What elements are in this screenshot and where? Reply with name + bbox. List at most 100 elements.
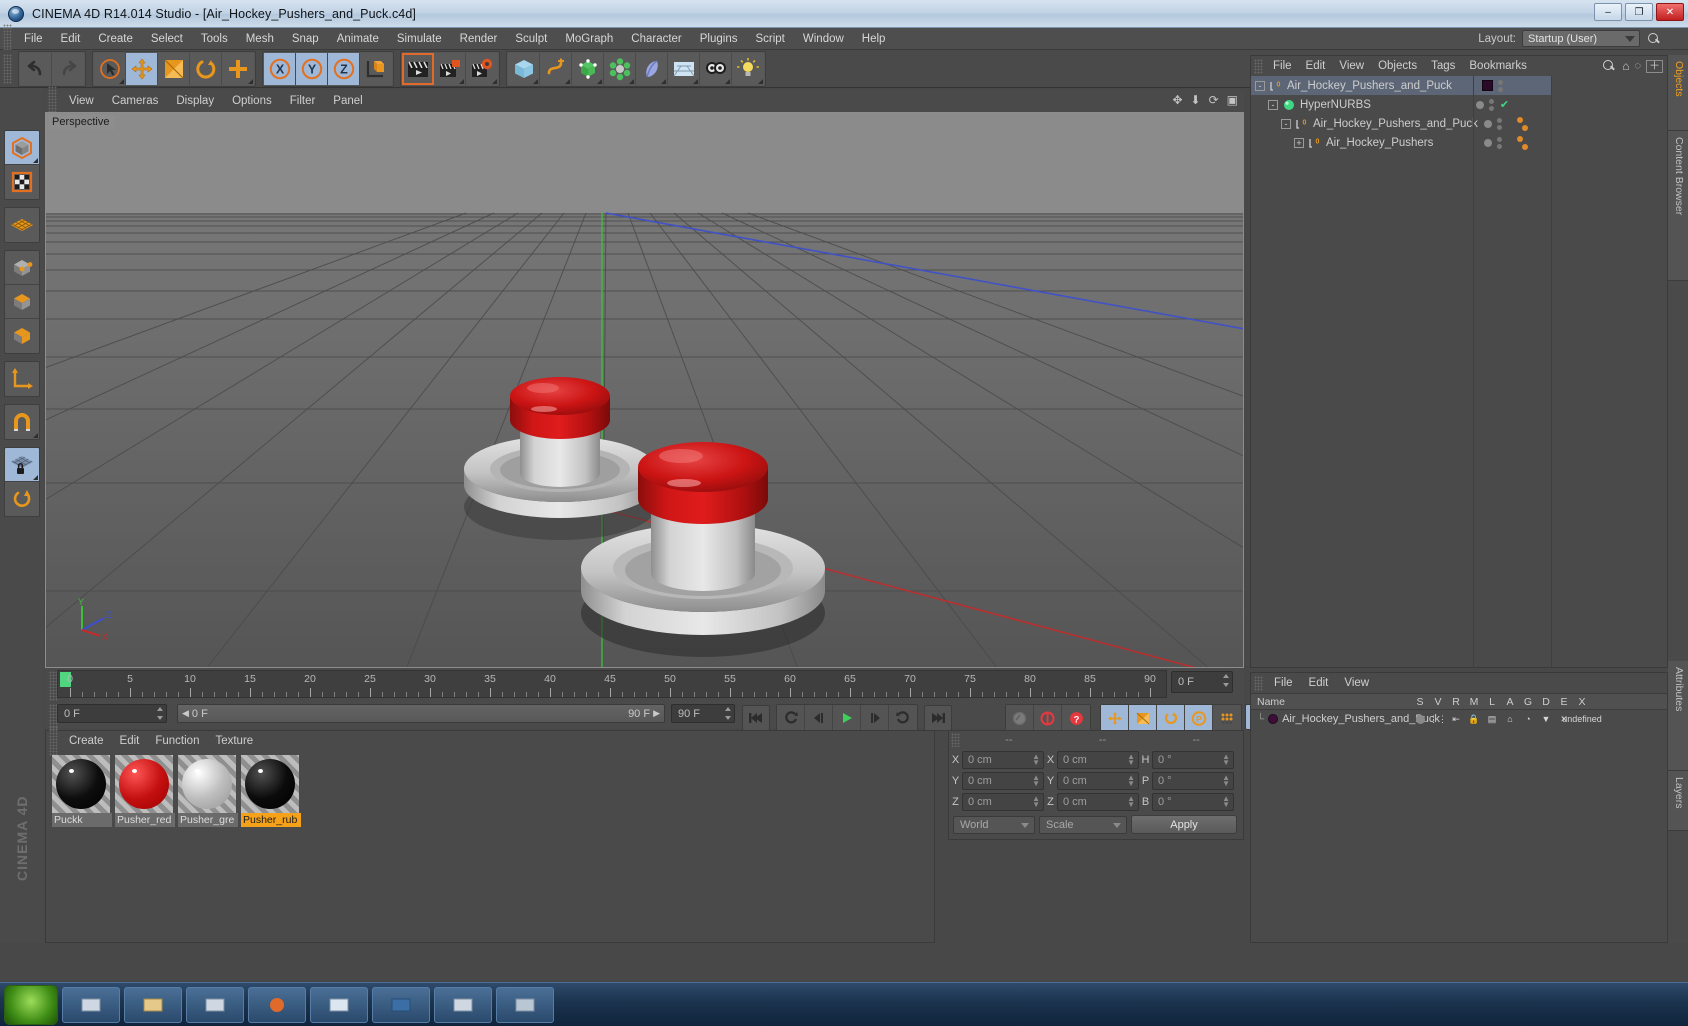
spinner-icon[interactable]: ▲ ▼ <box>1032 774 1040 788</box>
lock-z-axis[interactable]: Z <box>328 52 360 85</box>
size-field[interactable]: 0 cm ▲ ▼ <box>1057 793 1139 811</box>
taskbar-item[interactable] <box>496 986 554 1023</box>
object-enable-dot[interactable] <box>1475 100 1484 109</box>
apply-button[interactable]: Apply <box>1131 815 1237 834</box>
object-visibility-cell[interactable] <box>1474 114 1511 133</box>
timeline-ruler[interactable]: 0 5 10 15 20 25 30 35 40 45 50 55 60 65 70 75 80 85 90 <box>57 670 1167 698</box>
maximize-button[interactable]: ❐ <box>1625 3 1653 21</box>
object-manager-grip[interactable] <box>1254 58 1263 74</box>
layer-toggle-g[interactable]: ◔ <box>1519 714 1537 724</box>
object-color-swatch[interactable] <box>1482 80 1493 91</box>
menu-snap[interactable]: Snap <box>283 31 328 47</box>
taskbar-item[interactable] <box>310 986 368 1023</box>
expand-icon[interactable]: ＋ <box>1646 59 1663 73</box>
undo-button[interactable] <box>20 52 52 85</box>
material-menu-create[interactable]: Create <box>61 734 112 748</box>
edge-mode-tool[interactable] <box>5 285 39 319</box>
menu-select[interactable]: Select <box>142 31 192 47</box>
material-name-label[interactable]: Pusher_red <box>115 813 175 827</box>
viewport-menu-panel[interactable]: Panel <box>324 93 371 109</box>
lock-x-axis[interactable]: X <box>264 52 296 85</box>
menu-simulate[interactable]: Simulate <box>388 31 451 47</box>
object-menu-bookmarks[interactable]: Bookmarks <box>1462 59 1534 73</box>
menu-create[interactable]: Create <box>89 31 142 47</box>
layers-menu-view[interactable]: View <box>1336 676 1377 690</box>
move-tool[interactable] <box>126 52 158 85</box>
object-visibility-dots[interactable] <box>1498 79 1503 92</box>
menu-plugins[interactable]: Plugins <box>691 31 747 47</box>
object-enabled-check-icon[interactable]: ✔ <box>1500 98 1509 111</box>
layers-column-m[interactable]: M <box>1465 696 1483 708</box>
material-grip[interactable] <box>49 726 58 756</box>
layout-dropdown[interactable]: Startup (User) <box>1522 30 1640 47</box>
lock-y-axis[interactable]: Y <box>296 52 328 85</box>
material-name-label[interactable]: Pusher_gre <box>178 813 238 827</box>
dolly-icon[interactable]: ⬇ <box>1191 93 1201 107</box>
menu-mograph[interactable]: MoGraph <box>556 31 622 47</box>
go-to-start-button[interactable] <box>742 705 770 731</box>
timeline-end-display[interactable]: 0 F <box>1171 671 1233 693</box>
object-tag-cell[interactable] <box>1511 114 1551 133</box>
menu-help[interactable]: Help <box>853 31 895 47</box>
layers-column-l[interactable]: L <box>1483 696 1501 708</box>
go-to-end-button[interactable] <box>924 705 952 731</box>
layer-toggle-r[interactable]: ⇤ <box>1447 714 1465 724</box>
point-mode-tool[interactable] <box>5 251 39 285</box>
layers-grip[interactable] <box>1254 675 1263 691</box>
coordinate-system-dropdown[interactable]: World <box>953 815 1035 834</box>
timeline-range-slider[interactable]: ◀ 0 F 90 F ▶ <box>177 704 665 723</box>
home-icon[interactable]: ⌂ <box>1622 59 1629 73</box>
object-menu-tags[interactable]: Tags <box>1424 59 1462 73</box>
pan-icon[interactable]: ✥ <box>1172 93 1182 107</box>
add-environment-object[interactable] <box>668 52 700 85</box>
position-field[interactable]: 0 cm ▲ ▼ <box>962 793 1044 811</box>
live-selection-tool[interactable] <box>94 52 126 85</box>
search-icon[interactable] <box>1646 31 1662 47</box>
menu-tools[interactable]: Tools <box>192 31 237 47</box>
play-button[interactable] <box>833 705 861 731</box>
coordinate-mode-dropdown[interactable]: Scale <box>1039 815 1127 834</box>
orbit-icon[interactable]: ⟳ <box>1209 93 1219 107</box>
position-field[interactable]: 0 cm ▲ ▼ <box>962 751 1044 769</box>
spinner-icon[interactable]: ▲ ▼ <box>1127 795 1135 809</box>
material-preview-sphere[interactable] <box>52 755 110 813</box>
position-field[interactable]: 0 cm ▲ ▼ <box>962 772 1044 790</box>
layers-menu-edit[interactable]: Edit <box>1301 676 1337 690</box>
collapse-icon[interactable]: - <box>1255 80 1265 91</box>
model-mode-tool[interactable] <box>5 131 39 165</box>
object-enable-dot[interactable] <box>1483 138 1492 147</box>
polygon-mode-tool[interactable] <box>5 319 39 353</box>
viewport-menu-view[interactable]: View <box>60 93 103 109</box>
layers-column-d[interactable]: D <box>1537 696 1555 708</box>
current-frame-field[interactable]: 0 F <box>57 704 167 723</box>
previous-frame-button[interactable] <box>805 705 833 731</box>
taskbar-item[interactable] <box>372 986 430 1023</box>
enable-snap-tool[interactable] <box>5 405 39 439</box>
add-tool[interactable] <box>222 52 254 85</box>
object-tree-row[interactable]: - 0 Air_Hockey_Pushers_and_Puck <box>1251 76 1473 95</box>
layers-column-e[interactable]: E <box>1555 696 1573 708</box>
scale-tool[interactable] <box>158 52 190 85</box>
toolbar-grip[interactable] <box>3 53 12 84</box>
add-cube-object[interactable] <box>508 52 540 85</box>
add-nurbs-object[interactable] <box>572 52 604 85</box>
world-axis-toggle[interactable] <box>360 52 392 85</box>
object-menu-edit[interactable]: Edit <box>1299 59 1333 73</box>
coordinates-grip[interactable] <box>951 733 960 747</box>
menu-character[interactable]: Character <box>622 31 691 47</box>
object-menu-view[interactable]: View <box>1332 59 1371 73</box>
workplane-rotate-tool[interactable] <box>5 482 39 516</box>
spinner-icon[interactable]: ▲ ▼ <box>1222 795 1230 809</box>
lock-workplane-tool[interactable] <box>5 448 39 482</box>
material-preview-sphere[interactable] <box>115 755 173 813</box>
object-visibility-dots[interactable] <box>1496 117 1502 130</box>
taskbar-item[interactable] <box>186 986 244 1023</box>
autokeying-button[interactable] <box>1034 705 1062 731</box>
size-field[interactable]: 0 cm ▲ ▼ <box>1057 751 1139 769</box>
object-visibility-cell[interactable] <box>1474 133 1511 152</box>
tab-layers[interactable]: Layers <box>1668 771 1688 831</box>
viewport-menu-options[interactable]: Options <box>223 93 281 109</box>
layers-column-x[interactable]: X <box>1573 696 1591 708</box>
object-tree-row[interactable]: - 0 Air_Hockey_Pushers_and_Puck <box>1251 114 1478 133</box>
layer-color-dot[interactable] <box>1268 714 1279 724</box>
